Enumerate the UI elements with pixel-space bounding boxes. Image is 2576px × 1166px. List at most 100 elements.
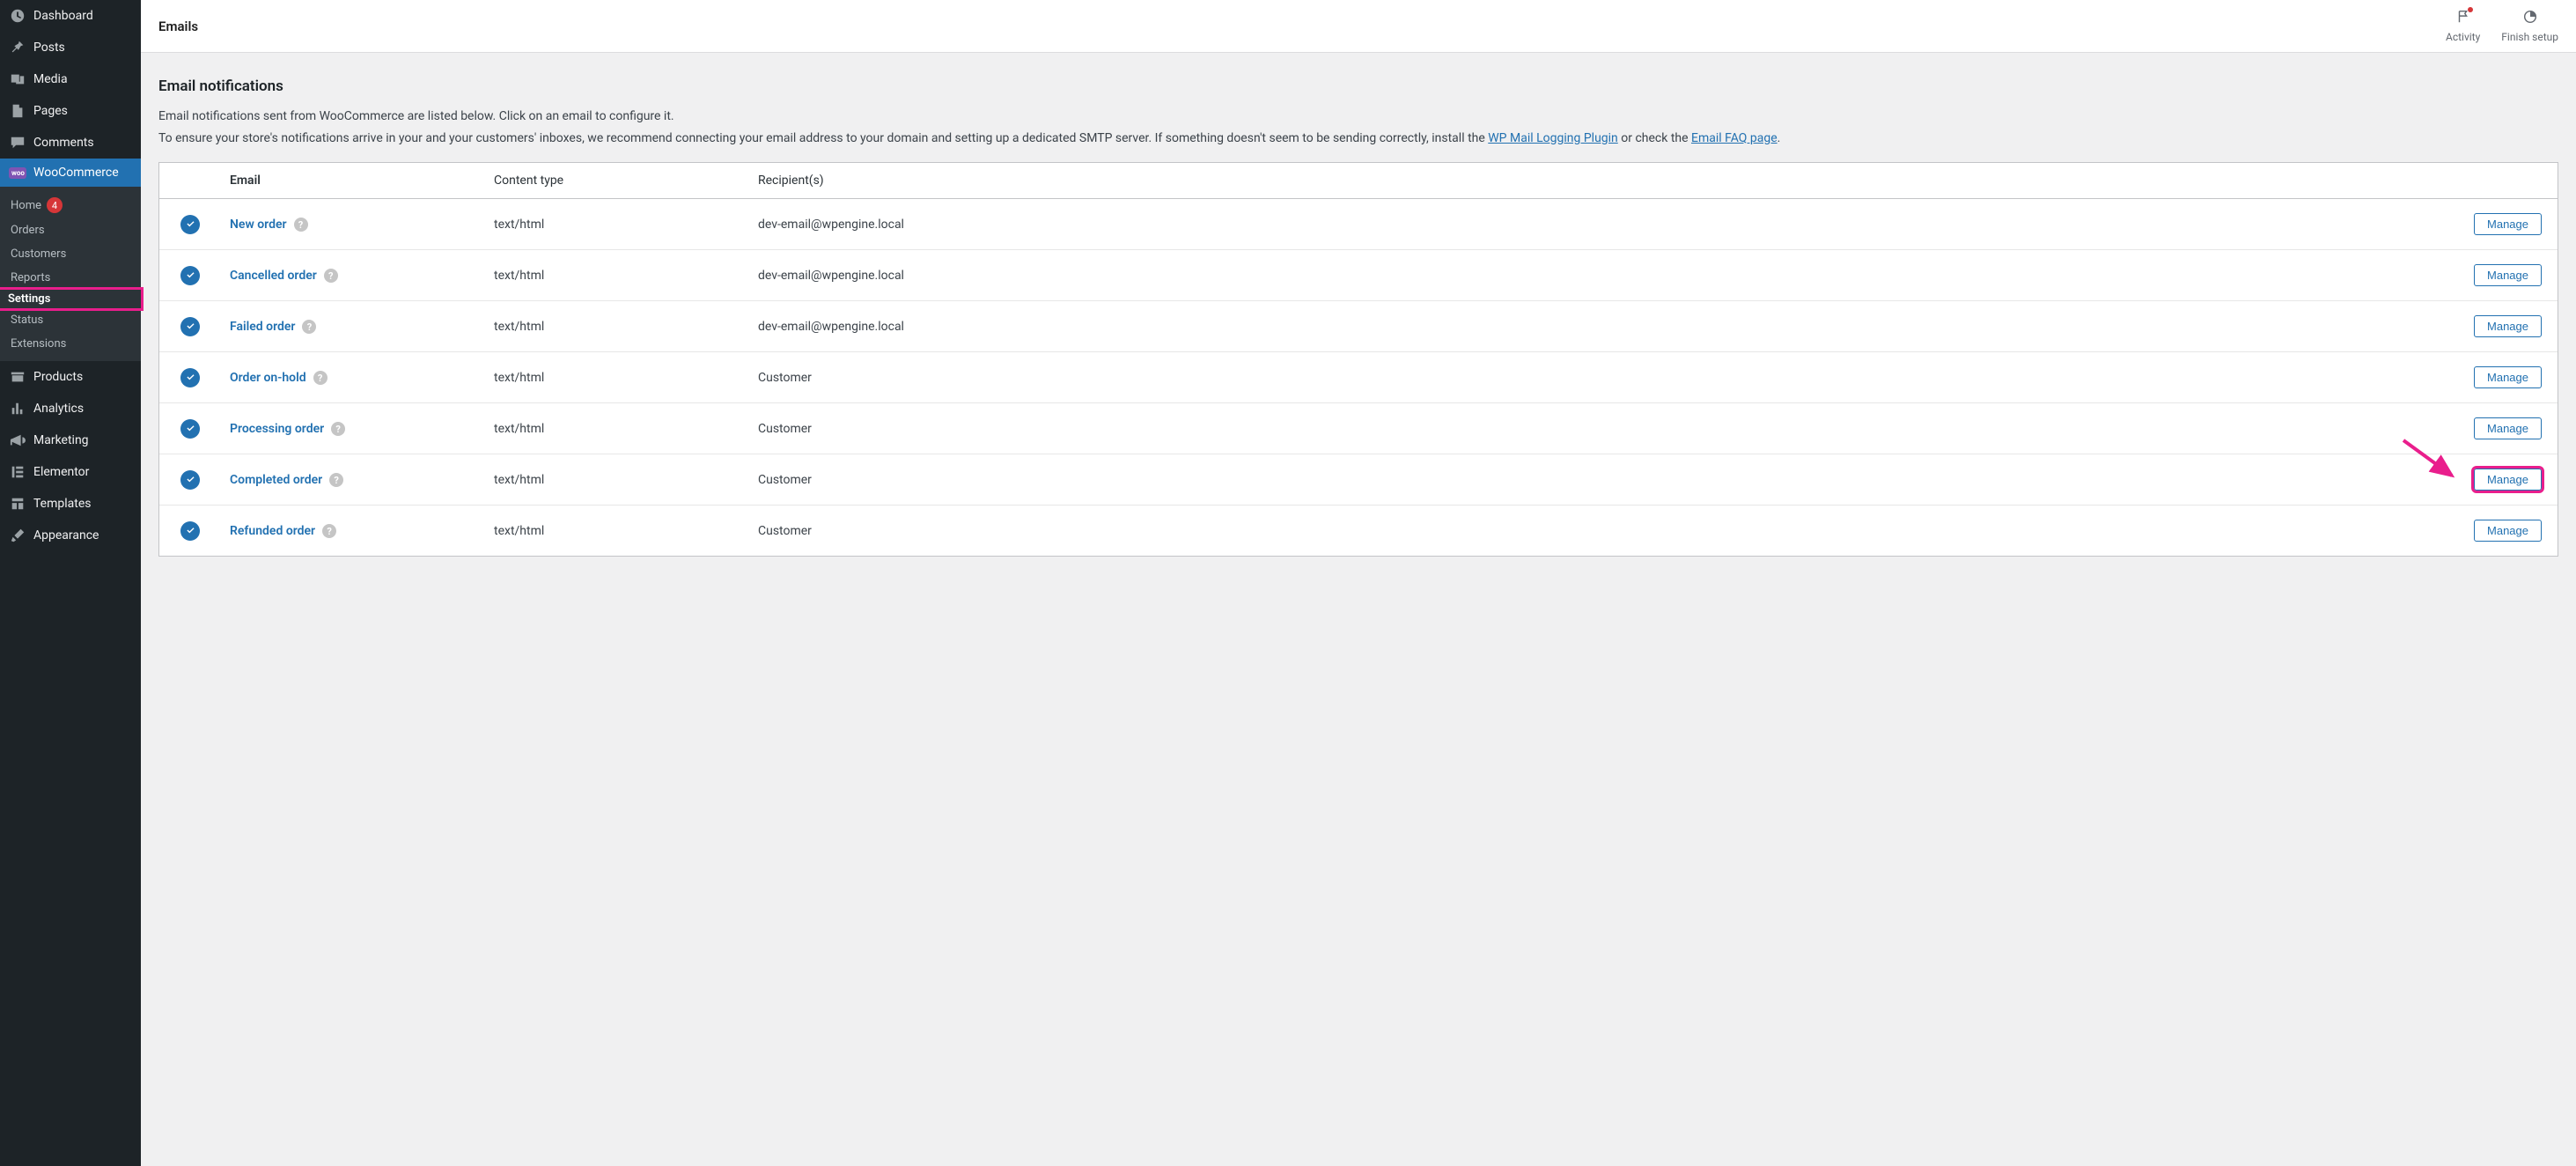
update-count-badge: 4	[47, 197, 63, 213]
enabled-check-icon	[180, 521, 200, 541]
recipient-cell: dev-email@wpengine.local	[749, 203, 2434, 246]
email-name-cell: Order on-hold?	[221, 357, 485, 400]
table-row: Completed order?text/htmlCustomerManage	[159, 454, 2558, 505]
sidebar-item-label: Elementor	[33, 465, 89, 479]
help-tip-icon[interactable]: ?	[322, 524, 336, 538]
content-type-cell: text/html	[485, 408, 749, 450]
page-icon	[9, 102, 26, 120]
sidebar-item-marketing[interactable]: Marketing	[0, 424, 141, 456]
submenu-item-status[interactable]: Status	[0, 308, 141, 332]
submenu-item-label: Orders	[11, 224, 45, 237]
sidebar-item-analytics[interactable]: Analytics	[0, 393, 141, 424]
manage-cell: Manage	[2434, 301, 2558, 351]
status-cell[interactable]	[159, 405, 221, 453]
submenu-item-label: Status	[11, 314, 43, 327]
sidebar-item-label: Templates	[33, 497, 92, 511]
table-row: Failed order?text/htmldev-email@wpengine…	[159, 300, 2558, 351]
archive-icon	[9, 368, 26, 386]
email-name-cell: New order?	[221, 203, 485, 247]
submenu-item-extensions[interactable]: Extensions	[0, 332, 141, 356]
email-link[interactable]: Failed order	[230, 320, 295, 334]
manage-cell: Manage	[2434, 199, 2558, 249]
status-cell[interactable]	[159, 507, 221, 555]
sidebar-item-products[interactable]: Products	[0, 361, 141, 393]
sidebar-item-elementor[interactable]: Elementor	[0, 456, 141, 488]
help-tip-icon[interactable]: ?	[313, 371, 328, 385]
sidebar-item-label: Comments	[33, 136, 94, 150]
wp-mail-logging-link[interactable]: WP Mail Logging Plugin	[1488, 131, 1618, 145]
topbar-action-label: Activity	[2446, 31, 2480, 43]
recipient-cell: Customer	[749, 357, 2434, 399]
help-tip-icon[interactable]: ?	[324, 269, 338, 283]
notification-dot-icon	[2468, 7, 2473, 12]
enabled-check-icon	[180, 470, 200, 490]
status-cell[interactable]	[159, 456, 221, 504]
help-tip-icon[interactable]: ?	[294, 218, 308, 232]
email-link[interactable]: Refunded order	[230, 524, 315, 538]
manage-button[interactable]: Manage	[2474, 213, 2542, 235]
topbar: Emails Activity Finish setup	[141, 0, 2576, 53]
email-name-cell: Failed order?	[221, 306, 485, 349]
admin-sidebar: Dashboard Posts Media Pages Comments woo…	[0, 0, 141, 1166]
recipient-cell: dev-email@wpengine.local	[749, 255, 2434, 297]
manage-button[interactable]: Manage	[2474, 366, 2542, 388]
submenu-item-label: Reports	[11, 271, 50, 284]
status-cell[interactable]	[159, 201, 221, 248]
table-header-row: Email Content type Recipient(s)	[159, 163, 2558, 199]
column-header-email[interactable]: Email	[221, 163, 485, 198]
status-cell[interactable]	[159, 303, 221, 351]
status-cell[interactable]	[159, 354, 221, 402]
status-cell[interactable]	[159, 252, 221, 299]
column-header-recipients[interactable]: Recipient(s)	[749, 163, 2434, 198]
content-type-cell: text/html	[485, 459, 749, 501]
sidebar-item-comments[interactable]: Comments	[0, 127, 141, 159]
manage-button[interactable]: Manage	[2474, 264, 2542, 286]
table-row: Processing order?text/htmlCustomerManage	[159, 402, 2558, 454]
submenu-item-customers[interactable]: Customers	[0, 242, 141, 266]
progress-icon	[2522, 9, 2538, 29]
content-type-cell: text/html	[485, 306, 749, 348]
sidebar-item-appearance[interactable]: Appearance	[0, 520, 141, 551]
help-text-line1: Email notifications sent from WooCommerc…	[158, 107, 2558, 127]
sidebar-item-media[interactable]: Media	[0, 63, 141, 95]
sidebar-item-templates[interactable]: Templates	[0, 488, 141, 520]
sidebar-item-woocommerce[interactable]: woo WooCommerce	[0, 159, 141, 187]
manage-cell: Manage	[2434, 403, 2558, 454]
submenu-item-orders[interactable]: Orders	[0, 218, 141, 242]
sidebar-item-pages[interactable]: Pages	[0, 95, 141, 127]
templates-icon	[9, 495, 26, 513]
woocommerce-submenu: Home 4 Orders Customers Reports Settings…	[0, 187, 141, 361]
active-arrow-icon	[141, 166, 148, 180]
manage-button[interactable]: Manage	[2474, 469, 2542, 491]
manage-button[interactable]: Manage	[2474, 417, 2542, 439]
column-header-status[interactable]	[159, 170, 221, 191]
activity-button[interactable]: Activity	[2446, 9, 2480, 43]
submenu-item-settings[interactable]: Settings	[0, 287, 144, 311]
sidebar-item-dashboard[interactable]: Dashboard	[0, 0, 141, 32]
submenu-item-reports[interactable]: Reports	[0, 266, 141, 290]
email-link[interactable]: Completed order	[230, 473, 322, 487]
manage-cell: Manage	[2434, 352, 2558, 402]
manage-button[interactable]: Manage	[2474, 520, 2542, 542]
email-link[interactable]: New order	[230, 218, 287, 232]
sidebar-item-posts[interactable]: Posts	[0, 32, 141, 63]
email-faq-link[interactable]: Email FAQ page	[1691, 131, 1777, 145]
manage-cell: Manage	[2434, 506, 2558, 556]
sidebar-item-label: Posts	[33, 41, 65, 55]
manage-button[interactable]: Manage	[2474, 315, 2542, 337]
submenu-item-home[interactable]: Home 4	[0, 192, 141, 218]
finish-setup-button[interactable]: Finish setup	[2501, 9, 2558, 43]
help-tip-icon[interactable]: ?	[331, 422, 345, 436]
email-link[interactable]: Processing order	[230, 422, 324, 436]
email-link[interactable]: Cancelled order	[230, 269, 317, 283]
email-link[interactable]: Order on-hold	[230, 371, 306, 385]
help-tip-icon[interactable]: ?	[329, 473, 343, 487]
enabled-check-icon	[180, 266, 200, 285]
column-header-content-type[interactable]: Content type	[485, 163, 749, 198]
submenu-item-label: Settings	[8, 292, 50, 306]
enabled-check-icon	[180, 419, 200, 439]
help-tip-icon[interactable]: ?	[302, 320, 316, 334]
table-row: New order?text/htmldev-email@wpengine.lo…	[159, 199, 2558, 249]
topbar-actions: Activity Finish setup	[2446, 9, 2558, 43]
section-heading: Email notifications	[158, 77, 2558, 95]
